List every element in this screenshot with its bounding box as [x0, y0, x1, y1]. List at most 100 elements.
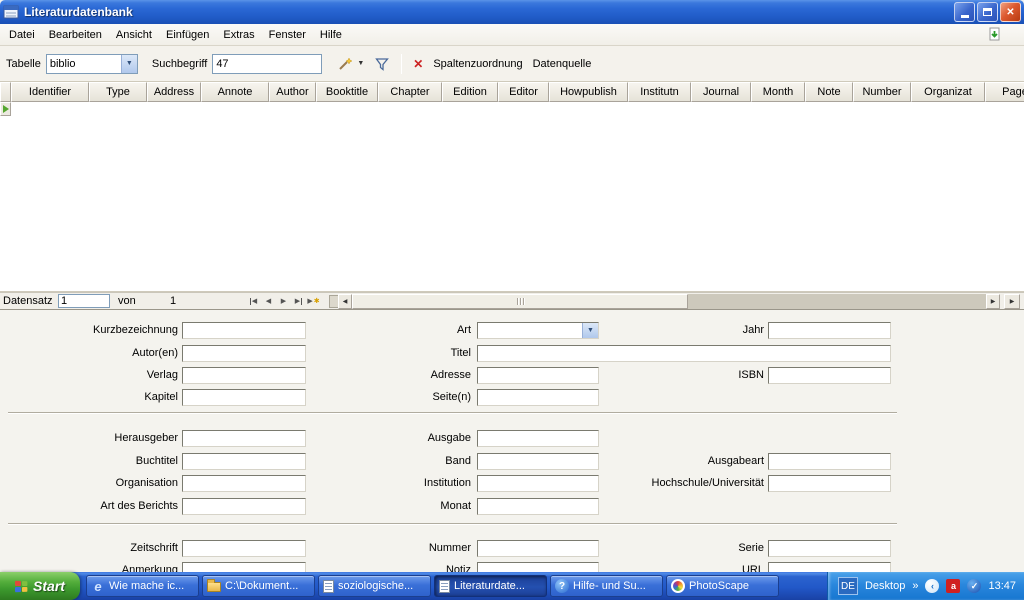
task-literaturdatenbank[interactable]: Literaturdate... [434, 575, 547, 597]
nummer-input[interactable] [477, 540, 599, 557]
column-header-number[interactable]: Number [853, 82, 911, 102]
datenquelle-button[interactable]: Datenquelle [528, 55, 597, 73]
verlag-label: Verlag [8, 369, 178, 382]
column-header-howpublish[interactable]: Howpublish [549, 82, 628, 102]
grid-body[interactable] [0, 102, 1024, 292]
menu-extras[interactable]: Extras [216, 26, 261, 44]
toolbar: Tabelle biblio ▼ Suchbegriff ▼ ✕ Spalten… [0, 46, 1024, 82]
minimize-button[interactable] [954, 2, 975, 22]
autoren-label: Autor(en) [8, 347, 178, 360]
jahr-label: Jahr [604, 324, 764, 337]
desktop-toolbar-label[interactable]: Desktop [865, 580, 905, 592]
new-record-button[interactable]: ▶✱ [306, 294, 321, 308]
isbn-input[interactable] [768, 367, 891, 384]
jahr-input[interactable] [768, 322, 891, 339]
institution-input[interactable] [477, 475, 599, 492]
chevron-down-icon[interactable]: ▼ [357, 60, 364, 67]
last-record-button[interactable]: ▶ [291, 294, 306, 308]
table-select[interactable]: biblio ▼ [46, 54, 138, 74]
art-des-berichts-input[interactable] [182, 498, 306, 515]
menu-bearbeiten[interactable]: Bearbeiten [42, 26, 109, 44]
task-photoscape[interactable]: PhotoScape [666, 575, 779, 597]
zeitschrift-input[interactable] [182, 540, 306, 557]
anmerkung-label: Anmerkung [8, 564, 178, 572]
remove-filter-button[interactable]: ✕ [408, 54, 428, 74]
chevron-right-icon[interactable]: » [912, 580, 918, 592]
search-input[interactable] [212, 54, 322, 74]
autofilter-button[interactable]: ▼ [332, 53, 369, 75]
start-button[interactable]: Start [0, 572, 80, 600]
spaltenzuordnung-button[interactable]: Spaltenzuordnung [428, 55, 527, 73]
autoren-input[interactable] [182, 345, 306, 362]
column-header-chapter[interactable]: Chapter [378, 82, 442, 102]
first-record-button[interactable]: ◀ [246, 294, 261, 308]
monat-input[interactable] [477, 498, 599, 515]
column-header-organizat[interactable]: Organizat [911, 82, 985, 102]
menu-bar: Datei Bearbeiten Ansicht Einfügen Extras… [0, 24, 1024, 46]
column-header-note[interactable]: Note [805, 82, 853, 102]
ausgabeart-input[interactable] [768, 453, 891, 470]
tray-icon-red[interactable]: a [946, 579, 960, 593]
anmerkung-input[interactable] [182, 562, 306, 572]
organisation-input[interactable] [182, 475, 306, 492]
adresse-input[interactable] [477, 367, 599, 384]
standard-filter-button[interactable] [369, 53, 395, 75]
column-header-edition[interactable]: Edition [442, 82, 498, 102]
chevron-down-icon[interactable]: ▼ [582, 323, 598, 338]
notiz-input[interactable] [477, 562, 599, 572]
menu-hilfe[interactable]: Hilfe [313, 26, 349, 44]
previous-record-button[interactable]: ◀ [261, 294, 276, 308]
art-select[interactable]: ▼ [477, 322, 599, 339]
scrollbar-thumb[interactable] [352, 294, 688, 309]
menu-datei[interactable]: Datei [2, 26, 42, 44]
menu-ansicht[interactable]: Ansicht [109, 26, 159, 44]
serie-input[interactable] [768, 540, 891, 557]
grid-corner-cell[interactable] [0, 82, 11, 102]
task-dokumente-folder[interactable]: C:\Dokument... [202, 575, 315, 597]
current-row-selector[interactable] [0, 102, 11, 116]
column-header-type[interactable]: Type [89, 82, 147, 102]
column-header-journal[interactable]: Journal [691, 82, 751, 102]
column-header-editor[interactable]: Editor [498, 82, 549, 102]
windows-logo-icon [15, 580, 27, 592]
scroll-right-arrow[interactable]: ▶ [986, 294, 1000, 309]
kapitel-input[interactable] [182, 389, 306, 406]
document-icon [439, 580, 450, 593]
task-hilfe-support[interactable]: ? Hilfe- und Su... [550, 575, 663, 597]
maximize-button[interactable] [977, 2, 998, 22]
task-soziologische[interactable]: soziologische... [318, 575, 431, 597]
column-header-institutn[interactable]: Institutn [628, 82, 691, 102]
titel-input[interactable] [477, 345, 891, 362]
chevron-down-icon[interactable]: ▼ [121, 55, 137, 73]
menu-fenster[interactable]: Fenster [262, 26, 313, 44]
menu-einfuegen[interactable]: Einfügen [159, 26, 216, 44]
kurzbezeichnung-input[interactable] [182, 322, 306, 339]
record-number-input[interactable] [58, 294, 110, 308]
task-wie-mache-ich[interactable]: e Wie mache ic... [86, 575, 199, 597]
column-header-booktitle[interactable]: Booktitle [316, 82, 378, 102]
buchtitel-input[interactable] [182, 453, 306, 470]
column-header-address[interactable]: Address [147, 82, 201, 102]
horizontal-scrollbar[interactable]: ◀ ▶ [338, 294, 1000, 309]
ausgabe-input[interactable] [477, 430, 599, 447]
isbn-label: ISBN [604, 369, 764, 382]
herausgeber-input[interactable] [182, 430, 306, 447]
band-input[interactable] [477, 453, 599, 470]
language-indicator[interactable]: DE [838, 577, 858, 595]
column-header-annote[interactable]: Annote [201, 82, 269, 102]
tray-icon-blue[interactable]: ✓ [967, 579, 981, 593]
column-header-identifier[interactable]: Identifier [11, 82, 89, 102]
verlag-input[interactable] [182, 367, 306, 384]
next-record-button[interactable]: ▶ [276, 294, 291, 308]
scroll-left-arrow[interactable]: ◀ [338, 294, 352, 309]
column-header-month[interactable]: Month [751, 82, 805, 102]
column-header-page[interactable]: Page [985, 82, 1024, 102]
document-arrow-icon[interactable] [986, 26, 1002, 42]
hide-icons-button[interactable]: ‹ [925, 579, 939, 593]
url-input[interactable] [768, 562, 891, 572]
column-header-author[interactable]: Author [269, 82, 316, 102]
hochschule-input[interactable] [768, 475, 891, 492]
seiten-input[interactable] [477, 389, 599, 406]
close-button[interactable]: ✕ [1000, 2, 1021, 22]
scroll-right-edge-button[interactable]: ▶ [1004, 294, 1020, 309]
